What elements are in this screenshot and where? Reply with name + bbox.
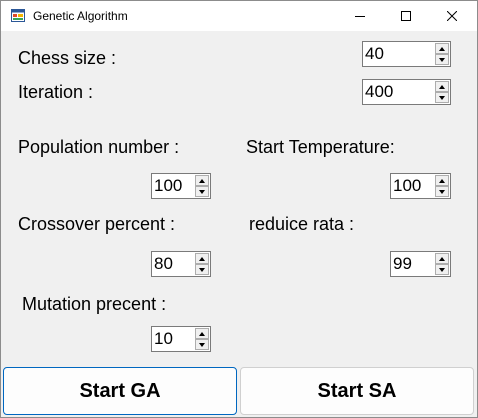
reduice-rata-down-button[interactable] xyxy=(435,264,449,275)
mutation-precent-up-button[interactable] xyxy=(195,328,209,339)
chevron-down-icon xyxy=(199,342,205,347)
reduice-rata-value[interactable]: 99 xyxy=(393,254,412,274)
chevron-up-icon xyxy=(199,178,205,183)
chevron-up-icon xyxy=(439,178,445,183)
population-number-down-button[interactable] xyxy=(195,186,209,197)
chevron-down-icon xyxy=(439,57,445,62)
mutation-precent-value[interactable]: 10 xyxy=(154,329,173,349)
chess-size-stepper[interactable]: 40 xyxy=(362,41,451,67)
reduice-rata-label: reduice rata : xyxy=(249,214,355,234)
stepper-arrows xyxy=(435,253,449,275)
chevron-down-icon xyxy=(439,95,445,100)
chevron-up-icon xyxy=(199,256,205,261)
mutation-precent-stepper[interactable]: 10 xyxy=(151,326,211,352)
minimize-icon xyxy=(355,16,365,17)
start-temperature-down-button[interactable] xyxy=(435,186,449,197)
chevron-up-icon xyxy=(439,256,445,261)
reduice-rata-up-button[interactable] xyxy=(435,253,449,264)
iteration-value[interactable]: 400 xyxy=(365,82,393,102)
start-sa-button[interactable]: Start SA xyxy=(240,367,474,415)
start-ga-button[interactable]: Start GA xyxy=(3,367,237,415)
chevron-up-icon xyxy=(199,331,205,336)
app-window-icon xyxy=(11,9,25,22)
crossover-percent-stepper[interactable]: 80 xyxy=(151,251,211,277)
chevron-up-icon xyxy=(439,84,445,89)
start-temperature-value[interactable]: 100 xyxy=(393,176,421,196)
close-button[interactable] xyxy=(429,1,475,31)
start-temperature-up-button[interactable] xyxy=(435,175,449,186)
chevron-down-icon xyxy=(439,189,445,194)
minimize-button[interactable] xyxy=(337,1,383,31)
window-title: Genetic Algorithm xyxy=(33,9,128,23)
mutation-precent-label: Mutation precent : xyxy=(22,294,167,314)
chess-size-label: Chess size : xyxy=(18,48,117,68)
chess-size-value[interactable]: 40 xyxy=(365,44,384,64)
crossover-percent-up-button[interactable] xyxy=(195,253,209,264)
chevron-down-icon xyxy=(199,189,205,194)
stepper-arrows xyxy=(435,43,449,65)
stepper-arrows xyxy=(195,328,209,350)
reduice-rata-stepper[interactable]: 99 xyxy=(390,251,451,277)
chess-size-down-button[interactable] xyxy=(435,54,449,65)
title-bar[interactable]: Genetic Algorithm xyxy=(1,1,477,31)
chevron-down-icon xyxy=(199,267,205,272)
iteration-up-button[interactable] xyxy=(435,81,449,92)
maximize-button[interactable] xyxy=(383,1,429,31)
stepper-arrows xyxy=(195,253,209,275)
population-number-stepper[interactable]: 100 xyxy=(151,173,211,199)
crossover-percent-value[interactable]: 80 xyxy=(154,254,173,274)
chess-size-up-button[interactable] xyxy=(435,43,449,54)
stepper-arrows xyxy=(435,81,449,103)
mutation-precent-down-button[interactable] xyxy=(195,339,209,350)
population-number-label: Population number : xyxy=(18,137,180,157)
population-number-value[interactable]: 100 xyxy=(154,176,182,196)
chevron-up-icon xyxy=(439,46,445,51)
iteration-label: Iteration : xyxy=(18,82,94,102)
close-icon xyxy=(447,11,457,21)
start-temperature-stepper[interactable]: 100 xyxy=(390,173,451,199)
iteration-down-button[interactable] xyxy=(435,92,449,103)
start-temperature-label: Start Temperature: xyxy=(246,137,395,157)
main-window: Genetic Algorithm Chess size : 40 Iterat… xyxy=(0,0,478,418)
chevron-down-icon xyxy=(439,267,445,272)
stepper-arrows xyxy=(435,175,449,197)
maximize-icon xyxy=(401,11,411,21)
stepper-arrows xyxy=(195,175,209,197)
population-number-up-button[interactable] xyxy=(195,175,209,186)
crossover-percent-label: Crossover percent : xyxy=(18,214,176,234)
iteration-stepper[interactable]: 400 xyxy=(362,79,451,105)
crossover-percent-down-button[interactable] xyxy=(195,264,209,275)
